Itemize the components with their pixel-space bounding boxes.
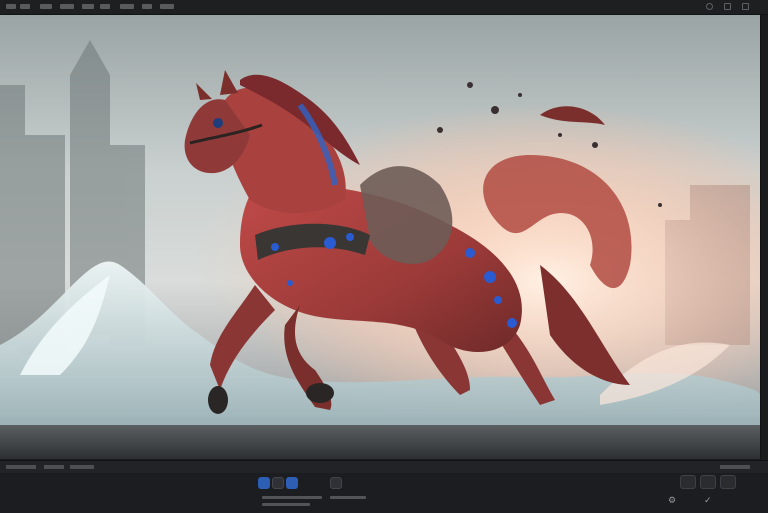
- option-control[interactable]: [700, 475, 716, 489]
- record-button[interactable]: [258, 477, 270, 489]
- status-item-2: [44, 465, 64, 469]
- settings-small-icon[interactable]: ⚙: [668, 497, 676, 506]
- status-item-3: [70, 465, 94, 469]
- settings-icon[interactable]: [706, 3, 713, 10]
- check-icon[interactable]: ✓: [704, 497, 712, 506]
- menu-item-7[interactable]: [120, 4, 134, 9]
- close-icon[interactable]: [742, 3, 749, 10]
- timeline-label-1: [262, 496, 322, 499]
- frame-control[interactable]: [680, 475, 696, 489]
- horse-artwork: [0, 15, 760, 459]
- menu-item-2[interactable]: [20, 4, 30, 9]
- timeline-label-2: [330, 496, 366, 499]
- play-button[interactable]: [272, 477, 284, 489]
- menu-item-4[interactable]: [60, 4, 74, 9]
- bottom-toolbar: ✓ ⚙: [0, 460, 768, 513]
- stop-button[interactable]: [330, 477, 342, 489]
- menu-item-5[interactable]: [82, 4, 94, 9]
- loop-button[interactable]: [286, 477, 298, 489]
- image-canvas[interactable]: [0, 15, 761, 459]
- timeline-label-3: [262, 503, 310, 506]
- minimize-icon[interactable]: [724, 3, 731, 10]
- expand-control[interactable]: [720, 475, 736, 489]
- status-item-4: [720, 465, 750, 469]
- status-item-1: [6, 465, 36, 469]
- menu-item-6[interactable]: [100, 4, 110, 9]
- menu-item-1[interactable]: [6, 4, 16, 9]
- top-menu-bar: [0, 0, 768, 15]
- status-strip: [0, 461, 768, 473]
- menu-item-9[interactable]: [160, 4, 174, 9]
- menu-item-8[interactable]: [142, 4, 152, 9]
- menu-item-3[interactable]: [40, 4, 52, 9]
